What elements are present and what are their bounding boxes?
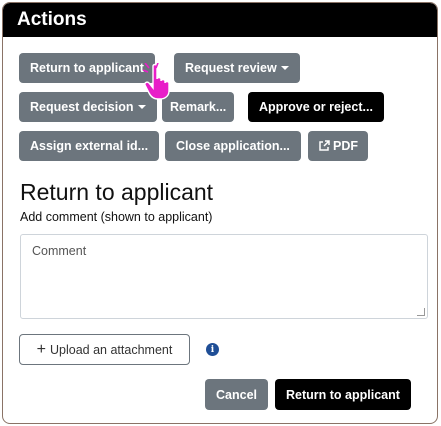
close-application-button[interactable]: Close application... — [165, 131, 301, 161]
cancel-button[interactable]: Cancel — [205, 379, 268, 410]
plus-icon: + — [36, 340, 47, 358]
assign-external-id-label: Assign external id... — [30, 139, 149, 153]
external-link-icon — [319, 140, 330, 151]
panel-header: Actions — [3, 3, 437, 37]
hand-pointer-cursor — [143, 63, 170, 100]
pdf-label: PDF — [333, 139, 358, 153]
comment-label: Add comment (shown to applicant) — [20, 210, 213, 224]
assign-external-id-button[interactable]: Assign external id... — [19, 131, 160, 161]
approve-or-reject-label: Approve or reject... — [259, 100, 373, 114]
panel-title: Actions — [17, 9, 87, 30]
request-review-label: Request review — [185, 61, 277, 75]
comment-textarea[interactable]: Comment — [20, 234, 428, 319]
caret-down-icon — [280, 66, 289, 70]
submit-return-label: Return to applicant — [286, 387, 400, 402]
request-decision-label: Request decision — [30, 100, 134, 114]
upload-attachment-button[interactable]: + Upload an attachment — [19, 334, 190, 365]
approve-or-reject-button[interactable]: Approve or reject... — [248, 92, 384, 122]
request-review-dropdown[interactable]: Request review — [174, 53, 300, 83]
return-to-applicant-button[interactable]: Return to applicant — [19, 53, 155, 83]
pdf-button[interactable]: PDF — [308, 131, 368, 161]
actions-panel: Actions Return to applicant Request revi… — [2, 2, 438, 424]
submit-return-button[interactable]: Return to applicant — [275, 379, 411, 410]
info-glyph: i — [210, 344, 215, 355]
caret-down-icon — [137, 105, 146, 109]
close-application-label: Close application... — [176, 139, 290, 153]
resize-handle[interactable] — [417, 308, 425, 316]
remark-label: Remark... — [170, 100, 227, 114]
form-title: Return to applicant — [20, 179, 214, 205]
request-decision-dropdown[interactable]: Request decision — [19, 92, 157, 122]
comment-placeholder: Comment — [32, 244, 87, 258]
info-icon[interactable]: i — [206, 343, 219, 356]
return-to-applicant-label: Return to applicant — [30, 61, 144, 75]
upload-attachment-label: Upload an attachment — [50, 342, 173, 357]
cancel-label: Cancel — [216, 387, 257, 402]
